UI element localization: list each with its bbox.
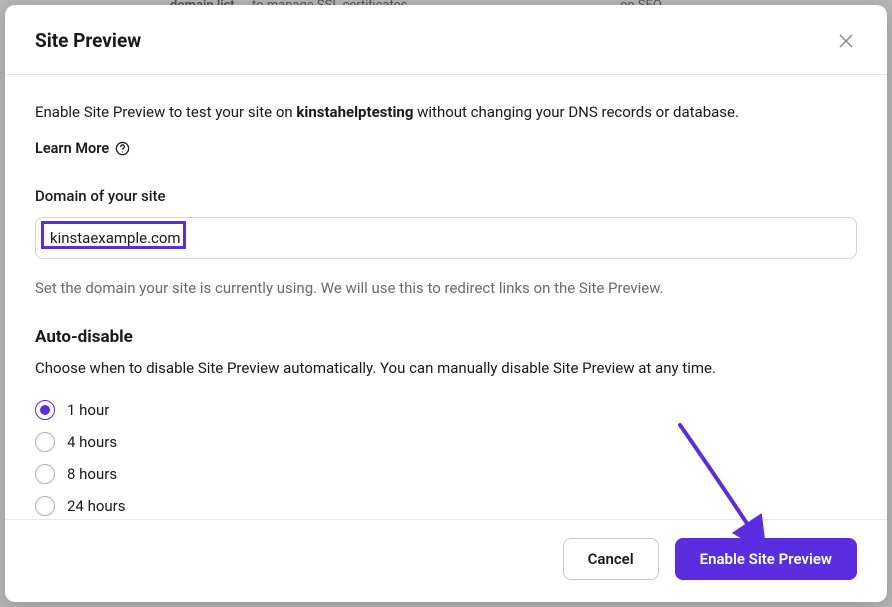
domain-input-wrap	[35, 217, 857, 259]
learn-more-label: Learn More	[35, 140, 109, 157]
modal-title: Site Preview	[35, 29, 141, 52]
auto-disable-description: Choose when to disable Site Preview auto…	[35, 357, 857, 380]
help-icon	[115, 141, 130, 156]
modal-footer: Cancel Enable Site Preview	[5, 519, 887, 602]
radio-option-1h[interactable]: 1 hour	[35, 400, 857, 420]
enable-site-preview-button[interactable]: Enable Site Preview	[675, 538, 857, 580]
intro-text: Enable Site Preview to test your site on…	[35, 101, 857, 124]
domain-field-label: Domain of your site	[35, 187, 857, 205]
intro-suffix: without changing your DNS records or dat…	[413, 103, 739, 121]
radio-label: 24 hours	[67, 497, 126, 515]
modal-body: Enable Site Preview to test your site on…	[5, 75, 887, 519]
radio-icon	[35, 432, 55, 452]
radio-dot-icon	[40, 405, 50, 415]
site-preview-modal: Site Preview Enable Site Preview to test…	[5, 5, 887, 602]
auto-disable-heading: Auto-disable	[35, 327, 857, 347]
domain-input[interactable]	[35, 217, 857, 259]
domain-helper-text: Set the domain your site is currently us…	[35, 277, 857, 300]
radio-label: 8 hours	[67, 465, 117, 483]
intro-prefix: Enable Site Preview to test your site on	[35, 103, 296, 121]
learn-more-link[interactable]: Learn More	[35, 140, 130, 157]
radio-label: 4 hours	[67, 433, 117, 451]
radio-icon	[35, 464, 55, 484]
radio-icon	[35, 400, 55, 420]
radio-label: 1 hour	[67, 401, 109, 419]
close-icon	[839, 34, 853, 48]
cancel-button[interactable]: Cancel	[563, 538, 659, 580]
modal-header: Site Preview	[5, 5, 887, 75]
radio-option-24h[interactable]: 24 hours	[35, 496, 857, 516]
close-button[interactable]	[835, 30, 857, 52]
radio-option-8h[interactable]: 8 hours	[35, 464, 857, 484]
auto-disable-radio-group: 1 hour 4 hours 8 hours 24 hours	[35, 400, 857, 516]
radio-icon	[35, 496, 55, 516]
intro-site-name: kinstahelptesting	[296, 103, 413, 121]
radio-option-4h[interactable]: 4 hours	[35, 432, 857, 452]
